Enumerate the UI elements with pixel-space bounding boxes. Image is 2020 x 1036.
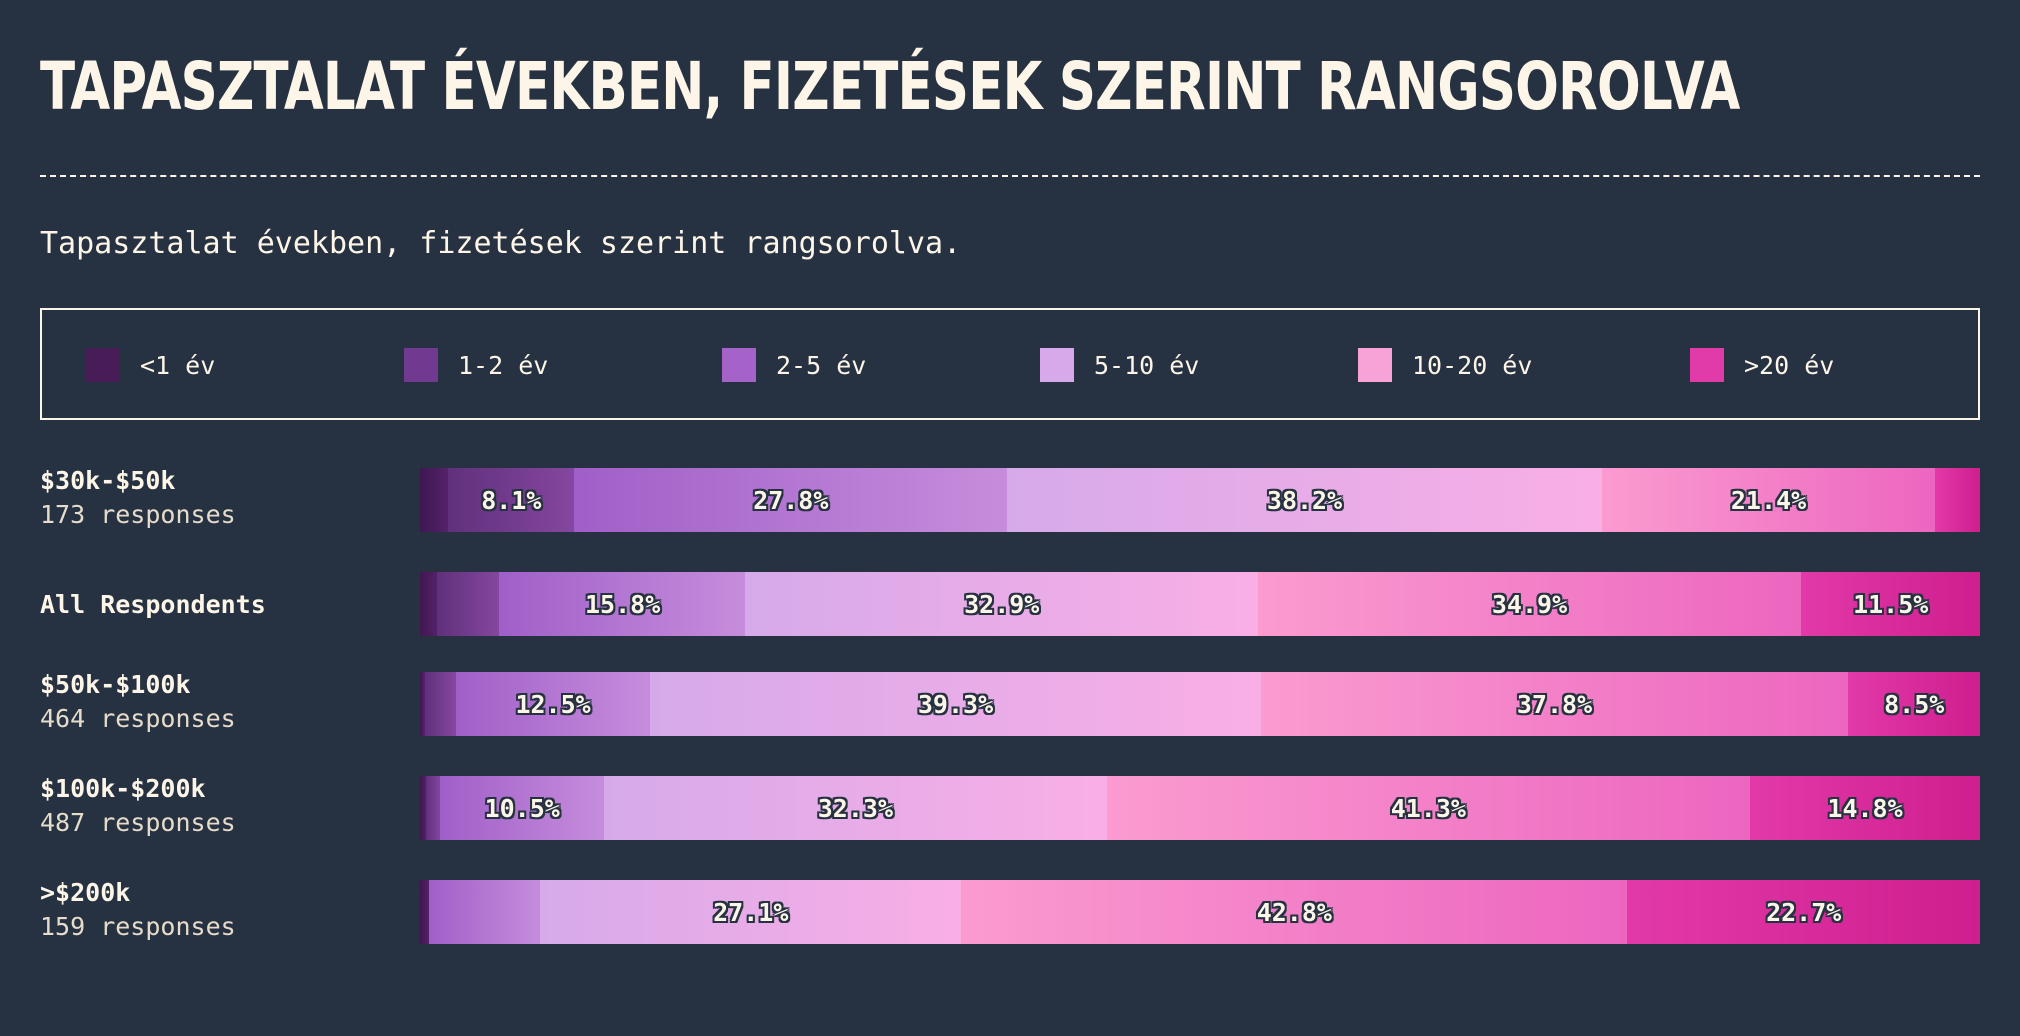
bar-segment: 41.3% xyxy=(1106,776,1751,840)
bar-segment xyxy=(1934,468,1981,532)
bar-value-label: 22.7% xyxy=(1766,897,1842,927)
bar-segment xyxy=(420,572,438,636)
bar-value-label: 12.5% xyxy=(515,689,591,719)
bar-segment: 27.1% xyxy=(539,880,962,944)
bar-segment: 14.8% xyxy=(1749,776,1981,840)
bar-value-label: 38.2% xyxy=(1266,485,1343,515)
bar-segment: 39.3% xyxy=(649,672,1262,736)
bar-segment: 8.5% xyxy=(1847,672,1981,736)
bar-segment: 38.2% xyxy=(1006,468,1603,532)
bar-segment: 10.5% xyxy=(440,776,605,840)
bar-segment: 42.8% xyxy=(961,880,1628,944)
bar-segment xyxy=(429,880,541,944)
bar-value-label: 21.4% xyxy=(1730,485,1807,515)
bar-value-label: 42.8% xyxy=(1256,897,1332,927)
bar-value-label: 27.1% xyxy=(713,897,789,927)
bar-segment: 11.5% xyxy=(1800,572,1981,636)
bar-value-label: 39.3% xyxy=(917,689,994,719)
bar-value-label: 15.8% xyxy=(585,589,661,619)
bar-segment xyxy=(426,776,441,840)
bar-value-label: 27.8% xyxy=(753,485,829,515)
bar-value-label: 8.1% xyxy=(481,485,542,515)
bar-value-label: 10.5% xyxy=(484,793,560,823)
bar-segment xyxy=(420,468,449,532)
bar-segment: 21.4% xyxy=(1601,468,1936,532)
bar-value-label: 41.3% xyxy=(1390,793,1466,823)
bar-segment: 32.9% xyxy=(745,572,1259,636)
bar-segment: 37.8% xyxy=(1260,672,1849,736)
bar-value-label: 14.8% xyxy=(1827,793,1903,823)
bar-value-label: 32.3% xyxy=(817,793,894,823)
bar-segment: 32.3% xyxy=(603,776,1108,840)
bar-value-label: 37.8% xyxy=(1516,689,1593,719)
bar-segment: 27.8% xyxy=(574,468,1008,532)
bar-segment xyxy=(437,572,500,636)
bar-value-label: 34.9% xyxy=(1491,589,1568,619)
bar-value-label: 11.5% xyxy=(1853,589,1929,619)
bar-segment: 15.8% xyxy=(499,572,746,636)
bar-segment: 8.1% xyxy=(448,468,575,532)
bar-segment: 22.7% xyxy=(1626,880,1981,944)
bar-value-label: 32.9% xyxy=(964,589,1040,619)
stacked-bar-chart: 8.1% 27.8% 38.2% 21.4% 15.8% 32.9% 34.9% 11.5% 1… xyxy=(0,0,2020,1036)
bar-value-label: 8.5% xyxy=(1884,689,1945,719)
bar-segment: 12.5% xyxy=(455,672,651,736)
bar-segment: 34.9% xyxy=(1257,572,1802,636)
bar-segment xyxy=(424,672,457,736)
